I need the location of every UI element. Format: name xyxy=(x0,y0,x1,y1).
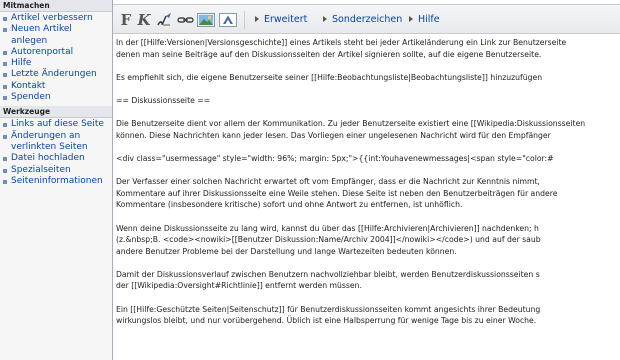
sidebar-item[interactable]: Spezialseiten xyxy=(0,165,112,176)
sidebar-item[interactable]: Spenden xyxy=(0,92,112,103)
wikitext-line: wirkungslos bleibt, und nur vorübergehen… xyxy=(116,316,537,326)
sidebar-heading: Werkzeuge xyxy=(0,106,112,119)
sidebar-link[interactable]: Kontakt xyxy=(11,81,45,91)
sidebar-list: Links auf diese Seite Änderungen an verli… xyxy=(0,118,112,190)
bullet-icon xyxy=(3,96,7,101)
edit-toolbar: F K Erweitert Sonderzeichen Hilfe xyxy=(113,4,620,34)
triangle-right-icon xyxy=(323,16,327,22)
wikitext-paragraph: <div class="usermessage" style="width: 9… xyxy=(116,153,620,165)
wikitext-line: Wenn deine Diskussionsseite zu lang wird… xyxy=(116,223,539,233)
bullet-icon xyxy=(3,84,7,89)
link-button[interactable] xyxy=(177,12,194,28)
bullet-icon xyxy=(3,62,7,67)
tab-help[interactable]: Hilfe xyxy=(409,14,440,25)
sidebar-link[interactable]: Autorenportal xyxy=(11,47,73,57)
bullet-icon xyxy=(3,168,7,173)
image-icon xyxy=(197,13,215,27)
italic-button[interactable]: K xyxy=(137,11,151,29)
wikitext-line: Ein [[Hilfe:Geschützte Seiten|Seitenschu… xyxy=(116,304,541,314)
bullet-icon xyxy=(3,157,7,162)
wikitext-line: Der Verfasser einer solchen Nachricht er… xyxy=(116,177,540,187)
sidebar-link[interactable]: Artikel verbessern xyxy=(11,13,93,23)
wikitext-paragraph: In der [[Hilfe:Versionen|Versionsgeschic… xyxy=(116,37,620,60)
wikitext-line: der [[Wikipedia:Oversight#Richtlinie]] e… xyxy=(116,281,362,291)
wikitext-line: denen man seine Beiträge auf den Diskuss… xyxy=(116,49,542,59)
bold-button[interactable]: F xyxy=(119,11,133,29)
sidebar-link[interactable]: Änderungen an verlinkten Seiten xyxy=(11,131,88,152)
sidebar-item[interactable]: Seiteninformationen xyxy=(0,176,112,187)
sidebar-heading: Mitmachen xyxy=(0,0,112,12)
wikitext-line: In der [[Hilfe:Versionen|Versionsgeschic… xyxy=(116,38,567,47)
signature-icon xyxy=(157,13,171,26)
sidebar-link[interactable]: Spenden xyxy=(11,92,51,102)
bullet-icon xyxy=(3,73,7,78)
triangle-right-icon xyxy=(255,16,259,22)
sidebar-item[interactable]: Kontakt xyxy=(0,81,112,92)
wikitext-line: Es empfiehlt sich, die eigene Benutzerse… xyxy=(116,72,543,82)
sidebar-list: Artikel verbessern Neuen Artikel anlegen A… xyxy=(0,12,112,106)
wikitext-paragraph: Damit der Diskussionsverlauf zwischen Be… xyxy=(116,269,620,292)
sidebar-item[interactable]: Letzte Änderungen xyxy=(0,69,112,80)
toolbar-separator xyxy=(244,11,245,29)
tab-advanced[interactable]: Erweitert xyxy=(255,14,307,25)
sidebar-link[interactable]: Seiteninformationen xyxy=(11,176,103,186)
bullet-icon xyxy=(3,50,7,55)
sidebar-item[interactable]: Artikel verbessern xyxy=(0,13,112,24)
wikitext-line: Kommentare (insbesondere kritische) sofo… xyxy=(116,200,463,210)
bullet-icon xyxy=(3,179,7,184)
wikitext-paragraph: Es empfiehlt sich, die eigene Benutzerse… xyxy=(116,72,620,84)
wikitext-line: Die Benutzerseite dient vor allem der Ko… xyxy=(116,119,586,129)
wikitext-paragraph: Der Verfasser einer solchen Nachricht er… xyxy=(116,176,620,211)
sidebar-item[interactable]: Hilfe xyxy=(0,58,112,69)
sidebar-portals: Mitmachen Artikel verbessern Neuen Artikel… xyxy=(0,0,112,190)
wikitext-line: Damit der Diskussionsverlauf zwischen Be… xyxy=(116,269,540,279)
link-icon xyxy=(177,17,194,23)
sidebar-item[interactable]: Links auf diese Seite xyxy=(0,119,112,130)
sidebar-link[interactable]: Neuen Artikel anlegen xyxy=(11,24,72,45)
signature-button[interactable] xyxy=(157,12,173,28)
wikitext-paragraph: == Diskussionsseite == xyxy=(116,95,620,107)
wikitext-line: == Diskussionsseite == xyxy=(116,95,211,105)
wikitext-line: Kommentare auf ihrer Diskussionsseite ei… xyxy=(116,188,558,198)
sidebar-link[interactable]: Hilfe xyxy=(11,58,31,68)
bullet-icon xyxy=(3,28,7,33)
sidebar-item[interactable]: Autorenportal xyxy=(0,47,112,58)
reference-button[interactable] xyxy=(219,12,237,28)
bullet-icon xyxy=(3,134,7,139)
sidebar-item[interactable]: Datei hochladen xyxy=(0,153,112,164)
sidebar: Mitmachen Artikel verbessern Neuen Artikel… xyxy=(0,0,112,360)
sidebar-link[interactable]: Links auf diese Seite xyxy=(11,119,104,129)
wikitext-paragraph: Ein [[Hilfe:Geschützte Seiten|Seitenschu… xyxy=(116,304,620,327)
embedded-file-button[interactable] xyxy=(197,12,215,28)
sidebar-item[interactable]: Neuen Artikel anlegen xyxy=(0,24,112,47)
wikitext-line: (z.&nbsp;B. <code><nowiki>[[Benutzer Dis… xyxy=(116,235,541,245)
sidebar-item[interactable]: Änderungen an verlinkten Seiten xyxy=(0,131,112,154)
wikitext-textarea[interactable]: In der [[Hilfe:Versionen|Versionsgeschic… xyxy=(113,34,620,360)
wikitext-paragraph: Wenn deine Diskussionsseite zu lang wird… xyxy=(116,223,620,258)
edit-area: F K Erweitert Sonderzeichen Hilfe In der… xyxy=(112,0,620,360)
reference-icon xyxy=(219,13,237,27)
wikitext-line: andere Benutzer Probleme bei der Darstel… xyxy=(116,246,457,256)
sidebar-link[interactable]: Spezialseiten xyxy=(11,165,71,175)
bullet-icon xyxy=(3,17,7,21)
triangle-right-icon xyxy=(409,16,413,22)
sidebar-link[interactable]: Letzte Änderungen xyxy=(11,69,97,79)
tab-special-characters[interactable]: Sonderzeichen xyxy=(323,14,402,25)
wikitext-line: können. Diese Nachrichten kann jeder les… xyxy=(116,130,551,140)
wikitext-line: <div class="usermessage" style="width: 9… xyxy=(116,153,554,163)
sidebar-link[interactable]: Datei hochladen xyxy=(11,153,85,163)
wikitext-paragraph: Die Benutzerseite dient vor allem der Ko… xyxy=(116,118,620,141)
bullet-icon xyxy=(3,123,7,128)
